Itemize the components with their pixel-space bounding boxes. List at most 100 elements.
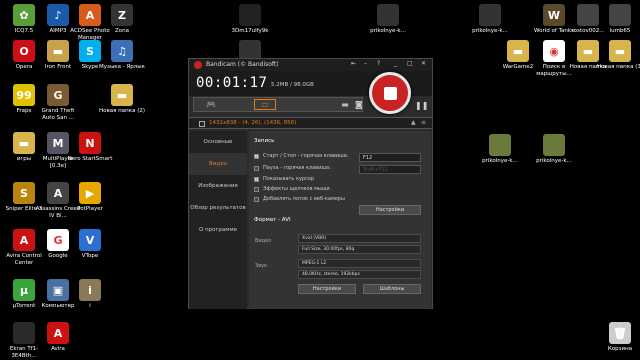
audio-codec: MPEG-1 L2 [298,259,421,268]
desktop-icon[interactable]: prikolnye-k... [478,134,522,165]
desktop-icon-image [479,4,501,26]
mode-toolbar: 🎮 ▭ ▬ [193,97,363,112]
desktop-icon-label: Корзина [607,346,633,352]
camera-icon[interactable]: ◙ [355,100,363,109]
desktop-icon[interactable]: ii [68,279,112,310]
settings-sidebar: Основные Видео Изображения Обзор результ… [189,131,247,309]
tab-images[interactable]: Изображения [189,175,247,197]
screen-mode-icon[interactable]: ▭ [254,99,276,110]
minimize-icon[interactable]: _ [394,60,397,67]
desktop-icon-image: A [47,322,69,344]
tab-general[interactable]: Основные [189,131,247,153]
desktop-icon[interactable]: prikolnye-k... [532,134,576,165]
desktop-icon-image: A [13,229,35,251]
bandicam-logo-icon [194,61,202,69]
desktop-icon-image: Z [111,4,133,26]
help-icon[interactable]: ? [377,60,380,67]
desktop-icon-label: VTope [81,253,99,259]
format-settings-button[interactable]: Настройки [298,284,356,294]
minimize-to-tray-icon[interactable]: – [364,60,367,67]
desktop-icon-image: N [79,132,101,154]
setting-label: Эффекты щелчков мыши [263,186,330,192]
desktop-icon-image: W [543,4,565,26]
desktop-icon[interactable]: 🗑 Корзина [598,322,640,353]
desktop-icon-image: ▣ [47,279,69,301]
record-settings-button[interactable]: Настройки [359,205,421,215]
templates-button[interactable]: Шаблоны [363,284,421,294]
desktop-icon[interactable]: lumb65 [598,4,640,35]
record-section-title: Запись [254,138,275,144]
pin-icon[interactable]: ⇤ [351,60,356,67]
desktop-icon[interactable]: prikolnye-k... [366,4,410,35]
setting-checkbox[interactable] [254,165,259,171]
video-info: Full Size, 30.00fps, 80q [298,245,421,254]
desktop-icon-image [13,322,35,344]
video-codec: Xvid (VBR) [298,234,421,243]
pause-button[interactable]: ❚❚ [415,101,428,110]
format-section-title: Формат - AVI [254,217,291,223]
desktop-icon[interactable]: ▬ Новая папка (3) [597,40,640,71]
desktop-icon-image [239,4,261,26]
setting-checkbox[interactable]: ✓ [254,153,259,159]
setting-row[interactable]: Добавлять поток с веб-камеры [254,196,345,202]
setting-checkbox[interactable] [254,196,259,202]
pause-hotkey-field[interactable]: Shift+F12 [359,165,421,174]
game-mode-icon[interactable]: 🎮 [200,99,222,110]
desktop-icon[interactable]: Ekran Tf1-3E4Bth... [2,322,46,359]
desktop-icon-label: lumb65 [609,28,631,34]
setting-checkbox[interactable]: ✓ [254,176,259,182]
desktop-icon-image: ▬ [577,40,599,62]
area-dropdown-icon[interactable]: ▲ [411,119,416,126]
tab-about[interactable]: О программе [189,219,247,241]
desktop-icon[interactable]: prikolnye-k... [468,4,512,35]
setting-row[interactable]: ✓ Старт / Стоп - горячая клавиша: [254,153,348,159]
desktop-icon-label: i [89,303,91,309]
desktop-icon-image [489,134,511,156]
tab-output[interactable]: Обзор результатов [189,197,247,219]
desktop-icon-label: Музыка - Ярлык [99,64,145,70]
desktop-icon[interactable]: V VTope [68,229,112,260]
desktop-icon[interactable]: ♫ Музыка - Ярлык [99,40,145,71]
folder-icon[interactable]: ▬ [334,99,356,110]
desktop-icon-image: 🗑 [609,322,631,344]
desktop-icon-image: A [79,4,101,26]
desktop-icon-label: Ekran Tf1-3E4Bth... [9,346,39,359]
desktop-icon-label: Grand Theft Auto San ... [41,108,75,121]
maximize-icon[interactable]: □ [407,60,413,67]
desktop-icon-image: ♫ [111,40,133,62]
audio-label: Звук [255,263,268,269]
stop-icon [383,86,397,100]
desktop-icon-image: 99 [13,84,35,106]
desktop-icon[interactable]: ▬ Новая папка (2) [99,84,145,115]
record-stop-button[interactable] [369,72,411,114]
desktop-icon-image: S [13,182,35,204]
setting-row[interactable]: Пауза - горячая клавиша: [254,165,331,171]
desktop-icon-image: M [47,132,69,154]
desktop-icon-image: ▶ [79,182,101,204]
setting-row[interactable]: Эффекты щелчков мыши [254,186,330,192]
start-hotkey-field[interactable]: F12 [359,153,421,162]
desktop-icon-image: S [79,40,101,62]
tab-video[interactable]: Видео [189,153,247,175]
desktop-icon[interactable]: N Nero StartSmart [68,132,112,163]
close-icon[interactable]: ✕ [421,60,426,67]
desktop-icon-image: V [79,229,101,251]
desktop-icon-image [609,4,631,26]
bandicam-window: Bandicam (© Bandisoft) ⇤ – ? _ □ ✕ 00:01… [188,58,433,309]
area-menu-icon[interactable]: ≡ [421,119,426,126]
desktop-icon-image: µ [13,279,35,301]
setting-checkbox[interactable] [254,186,259,192]
desktop-icon[interactable]: Z Zona [100,4,144,35]
desktop-icon-image: A [47,182,69,204]
setting-row[interactable]: ✓ Показывать курсор [254,176,314,182]
audio-info: 48.0KHz, stereo, 192kbps [298,270,421,279]
window-title: Bandicam (© Bandisoft) [206,61,279,68]
desktop-icon-image: O [13,40,35,62]
video-label: Видео [255,238,272,244]
area-checkbox[interactable] [199,121,205,127]
desktop-icon[interactable]: 3Dm17ulfy9k [228,4,272,35]
desktop-icon[interactable]: ▶ PotPlayer [68,182,112,213]
desktop-icon[interactable]: G Grand Theft Auto San ... [36,84,80,121]
capture-area-text: 1432x838 - (4, 26), (1436, 856) [209,120,297,126]
recording-timer: 00:01:17 [196,75,268,91]
